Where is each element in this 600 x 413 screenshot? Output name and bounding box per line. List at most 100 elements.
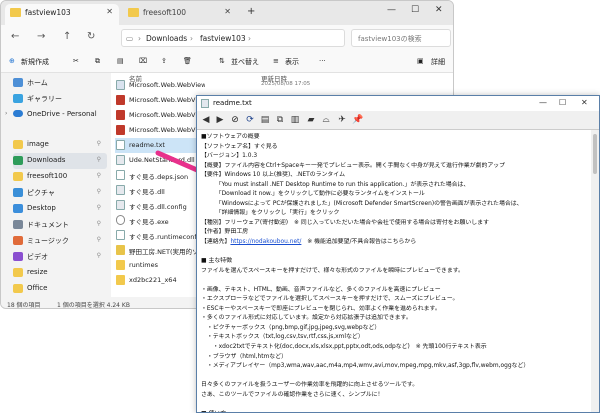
music-icon bbox=[13, 236, 23, 245]
view-button[interactable]: 表示 bbox=[285, 57, 299, 67]
forward-icon[interactable]: → bbox=[37, 31, 45, 42]
delete-icon[interactable]: 🗑 bbox=[183, 57, 192, 65]
list-item[interactable]: Ude.NetStandard.dll bbox=[115, 153, 205, 168]
json-file-icon bbox=[116, 230, 125, 240]
maximize-icon[interactable]: ☐ bbox=[411, 5, 419, 15]
readme-text-content[interactable]: ■ソフトウェアの概要 【ソフトウェア名】すぐ見る 【バージョン】1.0.3 【概要】フ… bbox=[201, 133, 591, 412]
folder-icon bbox=[116, 275, 125, 285]
folder-icon bbox=[116, 260, 125, 270]
paste-icon[interactable]: ▤ bbox=[117, 57, 124, 65]
search-input[interactable]: fastview103の検索 bbox=[351, 29, 451, 47]
new-button[interactable]: 新規作成 bbox=[21, 57, 49, 67]
dll-file-icon bbox=[116, 125, 125, 135]
refresh-icon[interactable]: ⟳ bbox=[243, 113, 257, 127]
text-line: 【作者】野田工房 bbox=[201, 229, 249, 236]
tab-fastview103[interactable]: fastview103 ✕ bbox=[5, 4, 119, 25]
back-icon[interactable]: ◀ bbox=[199, 113, 213, 127]
list-item[interactable]: すぐ見る.deps.json bbox=[115, 168, 205, 183]
viewer-scrollbar[interactable] bbox=[591, 130, 599, 412]
open-folder-icon[interactable]: ▰ bbox=[304, 113, 318, 127]
close-window-icon[interactable]: ✕ bbox=[435, 5, 443, 15]
new-tab-icon[interactable]: + bbox=[247, 6, 255, 17]
paste-icon[interactable]: ▥ bbox=[288, 113, 302, 127]
sidebar-item-videos[interactable]: ビデオ ⚲ bbox=[13, 249, 107, 265]
sidebar-item-image[interactable]: image ⚲ bbox=[13, 137, 107, 153]
minimize-icon[interactable]: — bbox=[539, 98, 547, 107]
folder-icon bbox=[13, 172, 23, 181]
share-icon[interactable]: ⇪ bbox=[161, 57, 167, 65]
details-icon[interactable]: ▣ bbox=[417, 57, 424, 65]
list-item[interactable]: Microsoft.Web.WebView2.Core.xml bbox=[115, 78, 205, 93]
plane-icon[interactable]: ✈ bbox=[335, 113, 349, 127]
contact-link[interactable]: https://nodakoubou.net/ bbox=[230, 239, 301, 245]
folder-icon bbox=[13, 284, 23, 293]
sidebar-item-gallery[interactable]: ギャラリー bbox=[13, 91, 107, 107]
close-icon[interactable]: ✕ bbox=[106, 7, 113, 16]
more-icon[interactable]: ··· bbox=[319, 57, 326, 65]
xml-file-icon bbox=[116, 80, 125, 90]
tab-freesoft100[interactable]: freesoft100 ✕ bbox=[123, 4, 237, 25]
list-item[interactable]: runtimes bbox=[115, 258, 205, 273]
list-item[interactable]: Microsoft.Web.WebView2.W bbox=[115, 123, 205, 138]
list-item-readme[interactable]: readme.txt bbox=[115, 138, 205, 153]
sidebar-item-pictures[interactable]: ピクチャ ⚲ bbox=[13, 185, 107, 201]
minimize-icon[interactable]: — bbox=[387, 5, 396, 15]
sidebar-item-onedrive[interactable]: › OneDrive - Personal bbox=[5, 107, 107, 123]
maximize-icon[interactable]: ☐ bbox=[559, 98, 566, 107]
details-button[interactable]: 詳細 bbox=[431, 57, 445, 67]
list-item[interactable]: すぐ見る.dll.config bbox=[115, 198, 205, 213]
sidebar-item-documents[interactable]: ドキュメント ⚲ bbox=[13, 217, 107, 233]
flatten-icon[interactable]: ⌓ bbox=[319, 113, 333, 127]
close-icon[interactable]: ✕ bbox=[224, 7, 231, 16]
list-item[interactable]: すぐ見る.runtimeconfig.json bbox=[115, 228, 205, 243]
text-line: 【バージョン】1.0.3 bbox=[201, 153, 258, 160]
sidebar-item-office[interactable]: Office bbox=[13, 281, 107, 297]
list-item[interactable]: Microsoft.Web.WebView2.W bbox=[115, 108, 205, 123]
sidebar-item-desktop[interactable]: Desktop ⚲ bbox=[13, 201, 107, 217]
forward-icon[interactable]: ▶ bbox=[213, 113, 227, 127]
cut-icon[interactable]: ✂ bbox=[73, 57, 79, 65]
pin-icon[interactable]: 📌 bbox=[351, 113, 365, 127]
list-item[interactable]: xd2bc221_x64 bbox=[115, 273, 205, 288]
breadcrumb-downloads[interactable]: Downloads bbox=[146, 34, 187, 43]
home-icon bbox=[13, 78, 23, 87]
monitor-icon: ▭ bbox=[126, 34, 134, 43]
rename-icon[interactable]: ⌧ bbox=[139, 57, 147, 65]
folder-icon bbox=[128, 8, 139, 17]
close-window-icon[interactable]: ✕ bbox=[581, 98, 588, 107]
text-line: ・多くのファイル形式に対応しています。設定から対応拡張子は追加できます。 bbox=[201, 315, 412, 322]
copy-icon[interactable]: ⧉ bbox=[95, 57, 100, 66]
text-line bbox=[201, 276, 591, 286]
back-icon[interactable]: ← bbox=[11, 31, 19, 42]
list-item[interactable]: すぐ見る.dll bbox=[115, 183, 205, 198]
view-icon[interactable]: ≡ bbox=[273, 57, 279, 65]
video-icon bbox=[13, 252, 23, 261]
pin-icon: ⚲ bbox=[96, 220, 101, 227]
up-icon[interactable]: ↑ bbox=[63, 31, 71, 42]
refresh-icon[interactable]: ↻ bbox=[87, 31, 95, 42]
document-icon[interactable]: ▤ bbox=[258, 113, 272, 127]
sidebar-item-downloads[interactable]: Downloads ⚲ bbox=[13, 153, 107, 169]
chevron-right-icon: › bbox=[5, 110, 8, 117]
list-item[interactable]: すぐ見る.exe bbox=[115, 213, 205, 228]
selection-info: 1 個の項目を選択 4.24 KB bbox=[57, 302, 130, 309]
copy-icon[interactable]: ⧉ bbox=[273, 113, 287, 127]
list-item[interactable]: 野田工房.NET(実用的ソフト bbox=[115, 243, 205, 258]
pin-icon: ⚲ bbox=[96, 140, 101, 147]
text-line: ・xdoc2txtでテキスト化(doc,docx,xls,xlsx,ppt,pp… bbox=[201, 344, 487, 351]
sort-button[interactable]: 並べ替え bbox=[231, 57, 259, 67]
navigation-bar: ← → ↑ ↻ ▭ › Downloads › fastview103 › fa… bbox=[1, 25, 453, 51]
address-bar[interactable]: ▭ › Downloads › fastview103 › bbox=[121, 29, 345, 47]
sidebar-item-home[interactable]: ホーム bbox=[13, 75, 107, 91]
sidebar-item-freesoft100[interactable]: freesoft100 ⚲ bbox=[13, 169, 107, 185]
stop-icon[interactable]: ⊘ bbox=[228, 113, 242, 127]
list-item[interactable]: Microsoft.Web.WebView2.C bbox=[115, 93, 205, 108]
text-line: ・ピクチャーボックス（png,bmp,gif,jpg,jpeg,svg,webp… bbox=[201, 324, 381, 331]
sort-icon[interactable]: ⇅ bbox=[219, 57, 225, 65]
sidebar-item-music[interactable]: ミュージック ⚲ bbox=[13, 233, 107, 249]
scrollbar-thumb[interactable] bbox=[593, 134, 597, 174]
breadcrumb-fastview103[interactable]: fastview103 bbox=[200, 34, 246, 43]
sidebar-item-resize[interactable]: resize bbox=[13, 265, 107, 281]
new-icon[interactable]: ⊕ bbox=[9, 57, 15, 65]
folder-icon bbox=[13, 140, 23, 149]
